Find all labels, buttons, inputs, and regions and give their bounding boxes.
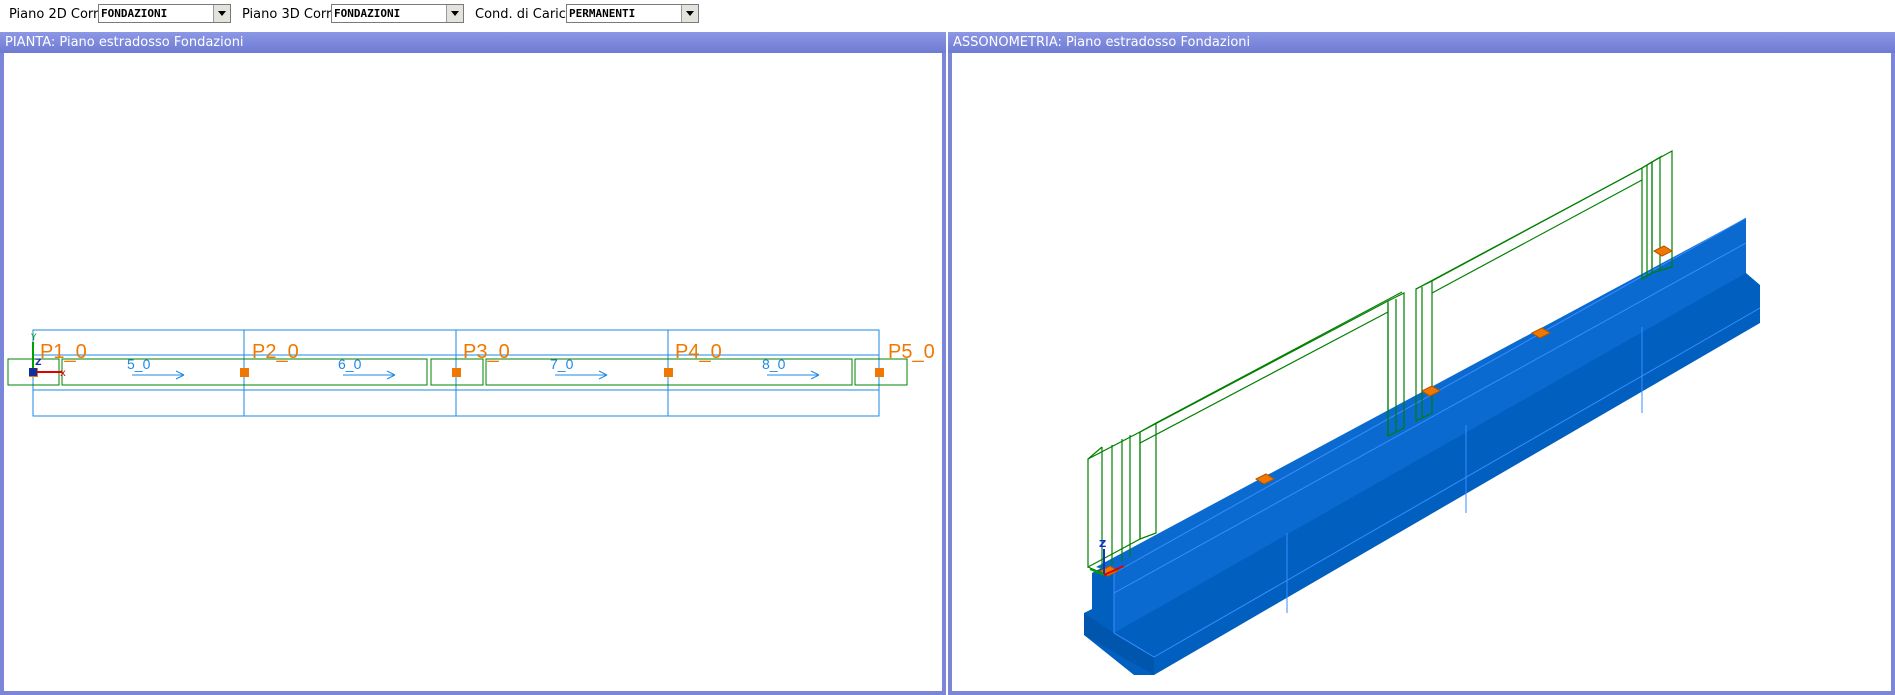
axis-z-label: Z: [35, 358, 42, 368]
cond-carico-select[interactable]: PERMANENTI: [566, 4, 699, 23]
piano2d-value: FONDAZIONI: [101, 7, 168, 20]
plan-view-title: PIANTA: Piano estradosso Fondazioni: [0, 32, 946, 53]
beam-direction-arrow: [132, 370, 185, 380]
axon-view-title: ASSONOMETRIA: Piano estradosso Fondazion…: [948, 32, 1895, 53]
beam-label: 5_0: [127, 356, 151, 372]
chevron-down-icon[interactable]: [213, 5, 230, 22]
pillar-label: P4_0: [675, 341, 722, 363]
beam-direction-arrow: [767, 370, 820, 380]
cond-carico-value: PERMANENTI: [569, 7, 636, 20]
axis-z-label: Z: [1099, 539, 1106, 550]
beam-direction-arrow: [343, 370, 396, 380]
piano2d-label: Piano 2D Corr.: [9, 7, 102, 22]
pillar-label: P3_0: [463, 341, 510, 363]
beam-label: 7_0: [550, 356, 574, 372]
pillar-marker: [875, 368, 884, 377]
pillar-label: P5_0: [888, 341, 935, 363]
toolbar: Piano 2D Corr. FONDAZIONI Piano 3D Corr.…: [0, 0, 1895, 28]
axis-y-label: Y: [30, 333, 37, 343]
chevron-down-icon[interactable]: [446, 5, 463, 22]
pillar-marker: [664, 368, 673, 377]
plan-view-pane: PIANTA: Piano estradosso Fondazioni P1_0…: [0, 32, 946, 695]
plan-drawing[interactable]: P1_0 P2_0 P3_0 P4_0 P5_0 5_0 6_0 7_0 8_0: [4, 53, 942, 691]
chevron-down-icon[interactable]: [681, 5, 698, 22]
axon-view-pane: ASSONOMETRIA: Piano estradosso Fondazion…: [948, 32, 1895, 695]
piano3d-select[interactable]: FONDAZIONI: [331, 4, 464, 23]
beam-label: 6_0: [338, 356, 362, 372]
cond-carico-label: Cond. di Carico: [475, 7, 574, 22]
svg-text:x: x: [60, 368, 66, 379]
axon-drawing[interactable]: Z: [952, 53, 1891, 691]
axon-canvas[interactable]: Z: [952, 53, 1891, 691]
piano3d-label: Piano 3D Corr.: [242, 7, 335, 22]
pillar-marker: [240, 368, 249, 377]
plan-canvas[interactable]: P1_0 P2_0 P3_0 P4_0 P5_0 5_0 6_0 7_0 8_0: [4, 53, 942, 691]
piano2d-select[interactable]: FONDAZIONI: [98, 4, 231, 23]
pillar-label: P2_0: [252, 341, 299, 363]
pillar-marker: [452, 368, 461, 377]
pillar-label: P1_0: [40, 341, 87, 363]
piano3d-value: FONDAZIONI: [334, 7, 401, 20]
beam-direction-arrow: [555, 370, 608, 380]
beam-label: 8_0: [762, 356, 786, 372]
